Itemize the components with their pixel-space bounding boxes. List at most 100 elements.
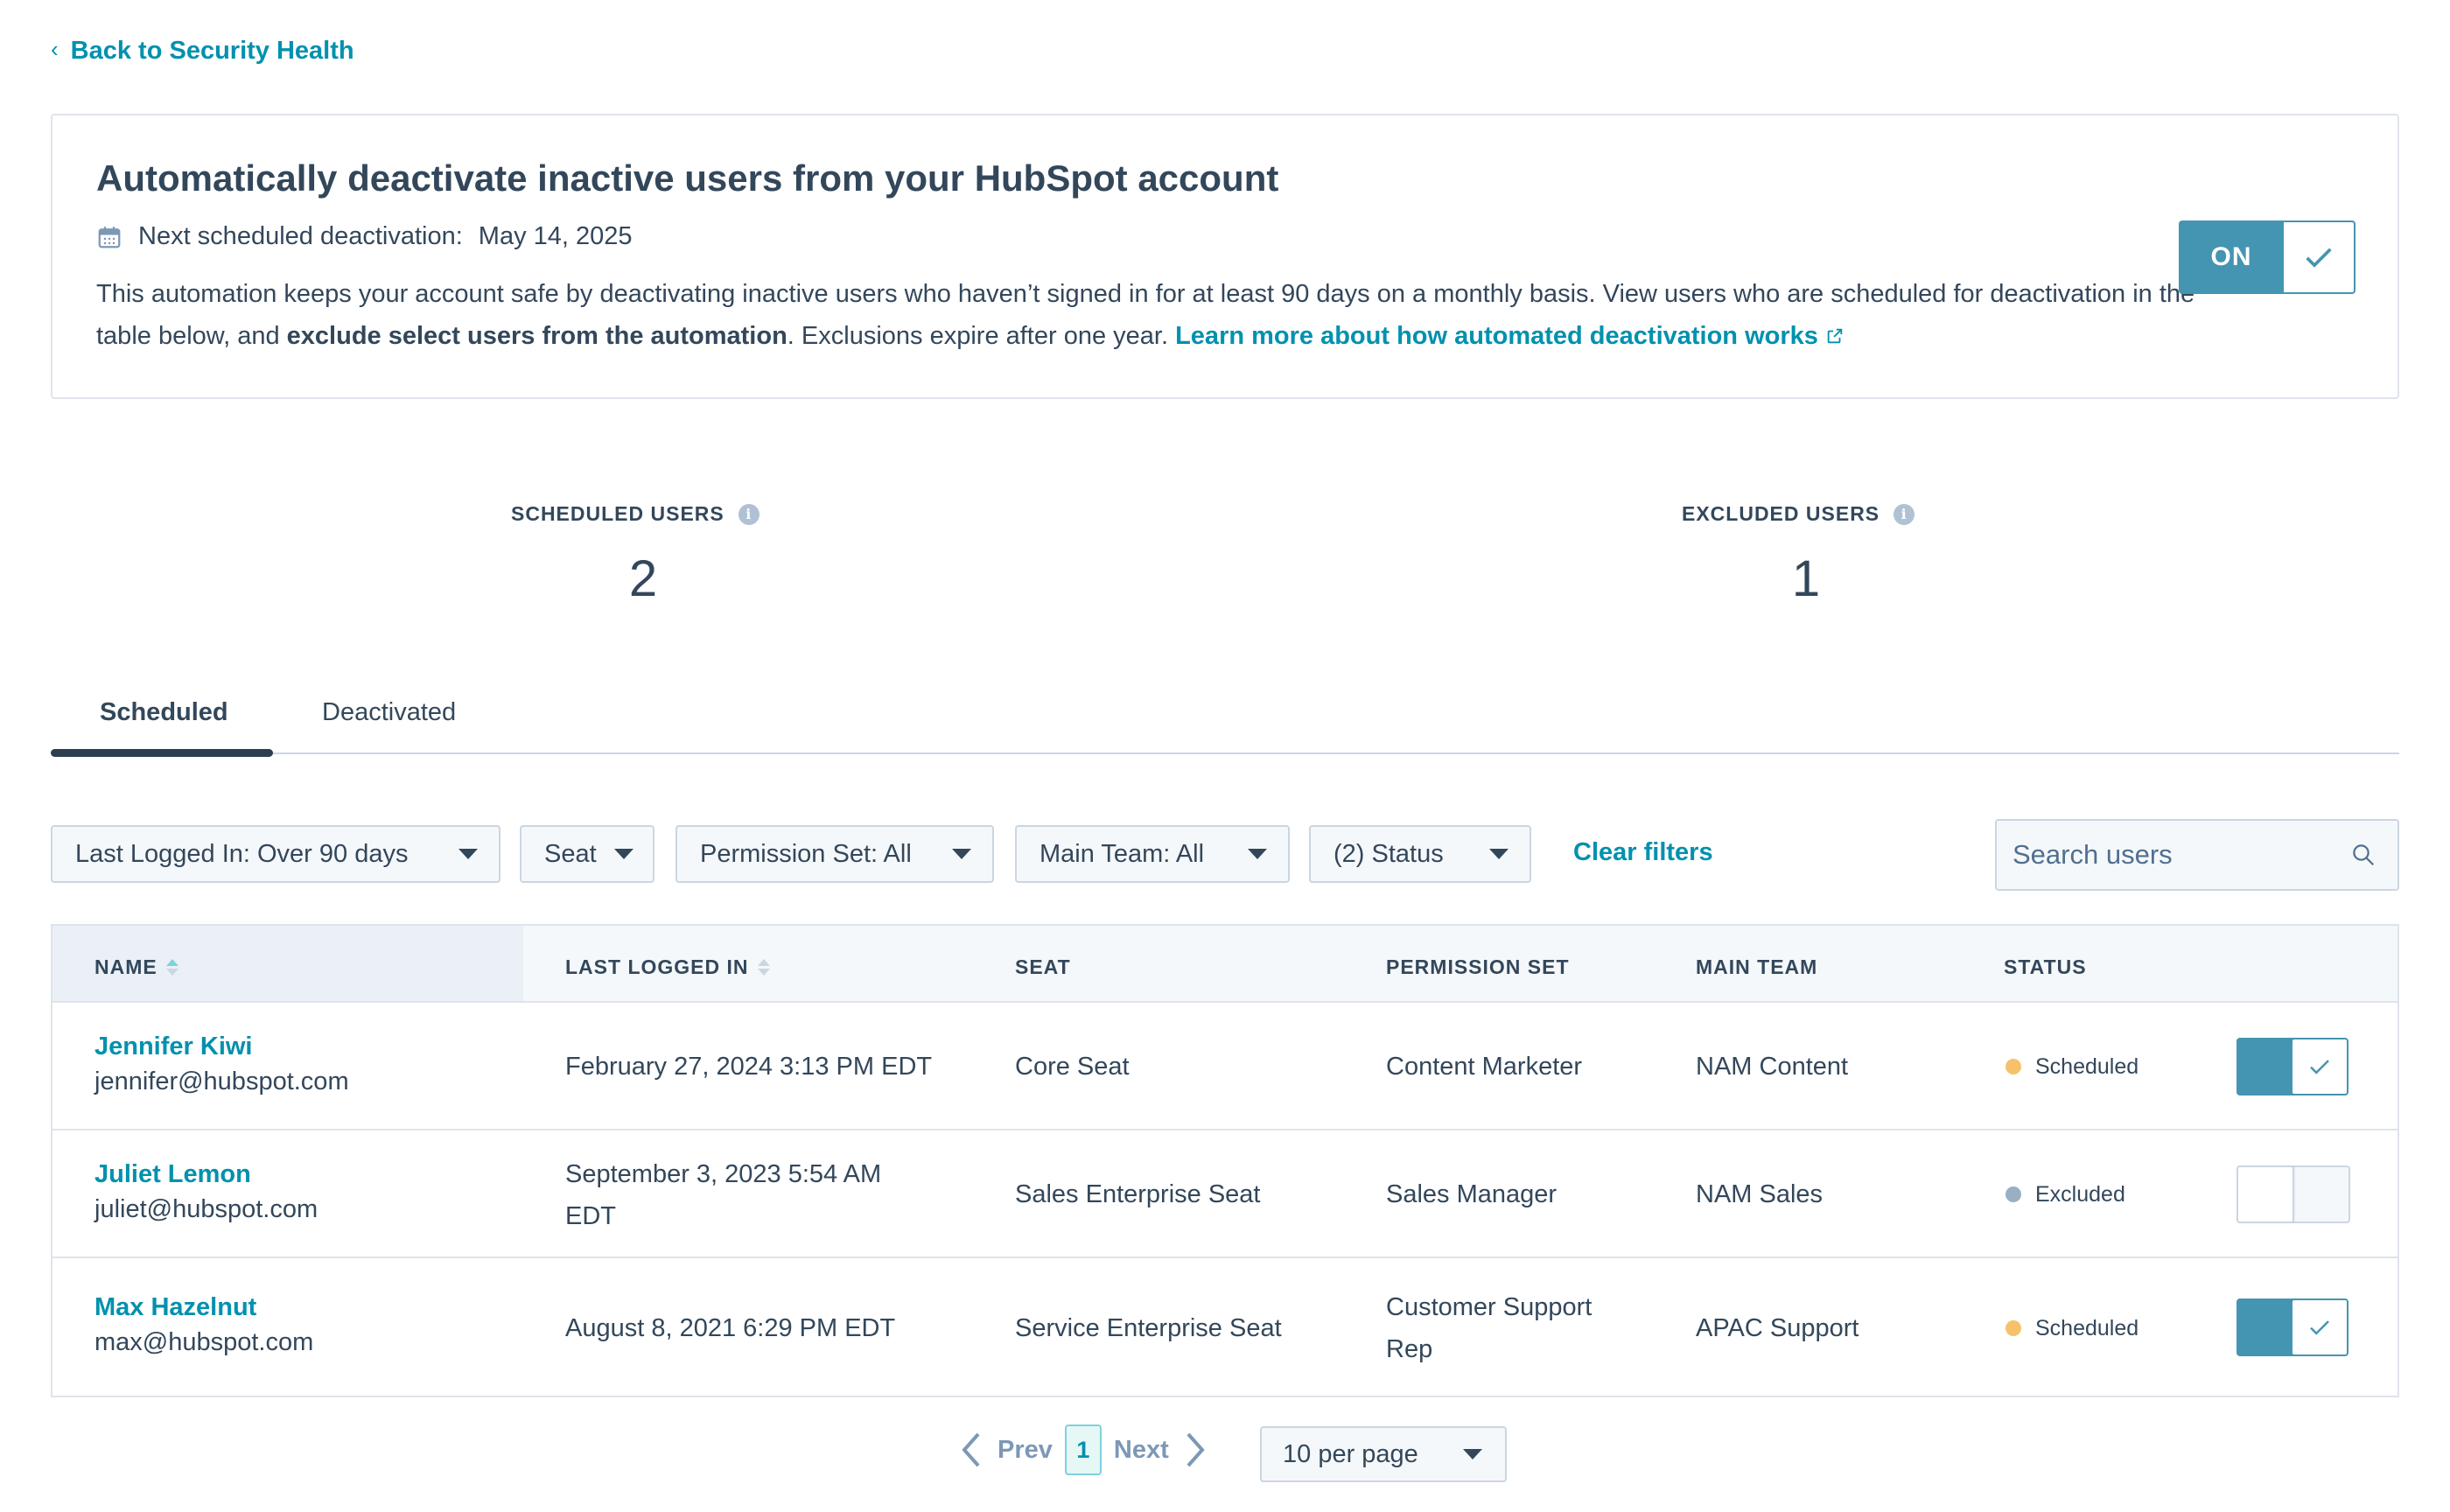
external-link-icon xyxy=(1827,328,1843,344)
name-header-label: NAME xyxy=(94,956,158,978)
info-icon[interactable]: i xyxy=(738,503,760,525)
status-filter-label: (2) Status xyxy=(1334,839,1444,868)
table-header: NAME LAST LOGGED IN SEAT PERMISSION SET … xyxy=(52,926,2398,1003)
permission-cell: Sales Manager xyxy=(1386,1180,1558,1208)
page-1-button[interactable]: 1 xyxy=(1064,1424,1102,1475)
status-cell: Scheduled xyxy=(2006,1046,2138,1088)
exclusion-toggle[interactable] xyxy=(2236,1166,2350,1223)
user-email: jennifer@hubspot.com xyxy=(94,1068,349,1096)
last-logged-filter[interactable]: Last Logged In: Over 90 days xyxy=(51,825,500,883)
exclusion-toggle[interactable] xyxy=(2236,1038,2350,1096)
active-tab-indicator xyxy=(51,749,273,757)
calendar-icon xyxy=(98,226,121,248)
next-deactivation-date: May 14, 2025 xyxy=(478,222,633,250)
status-dot xyxy=(2006,1320,2021,1336)
seat-filter[interactable]: Seat xyxy=(520,825,654,883)
permission-cell: Content Marketer xyxy=(1386,1053,1583,1081)
user-name-link[interactable]: Max Hazelnut xyxy=(94,1290,313,1325)
team-filter-label: Main Team: All xyxy=(1040,839,1205,868)
scheduled-users-value: 2 xyxy=(628,550,658,607)
automation-card: Automatically deactivate inactive users … xyxy=(51,114,2399,399)
team-cell: NAM Sales xyxy=(1696,1180,1824,1208)
excluded-users-label-row: EXCLUDED USERS i xyxy=(1682,502,1944,526)
user-name-link[interactable]: Juliet Lemon xyxy=(94,1157,318,1192)
table-row: Juliet Lemon juliet@hubspot.com Septembe… xyxy=(52,1130,2398,1258)
user-email: juliet@hubspot.com xyxy=(94,1195,318,1223)
clear-filters-link[interactable]: Clear filters xyxy=(1573,838,1713,867)
scheduled-users-stat: SCHEDULED USERS i xyxy=(511,502,774,526)
search-users-field[interactable] xyxy=(1995,819,2399,891)
column-header-last-logged[interactable]: LAST LOGGED IN xyxy=(565,956,770,979)
toggle-on-label: ON xyxy=(2179,220,2284,294)
checkmark-icon xyxy=(2310,1060,2329,1074)
info-icon[interactable]: i xyxy=(1894,503,1915,525)
chevron-left-icon: ‹ xyxy=(51,36,59,62)
learn-more-label: Learn more about how automated deactivat… xyxy=(1175,322,1818,350)
main-team-filter[interactable]: Main Team: All xyxy=(1015,825,1290,883)
back-to-security-health-link[interactable]: ‹ Back to Security Health xyxy=(51,36,354,66)
search-input[interactable] xyxy=(2012,839,2350,871)
seat-cell: Sales Enterprise Seat xyxy=(1015,1180,1261,1208)
column-header-status: STATUS xyxy=(2004,956,2087,978)
last-logged-cell: August 8, 2021 6:29 PM EDT xyxy=(565,1314,896,1342)
checkmark-icon xyxy=(2306,248,2332,268)
toggle-fill xyxy=(2236,1038,2294,1096)
permission-filter-label: Permission Set: All xyxy=(700,839,912,868)
users-table: NAME LAST LOGGED IN SEAT PERMISSION SET … xyxy=(51,924,2399,1397)
caret-down-icon xyxy=(1248,849,1267,859)
column-header-permission-set: PERMISSION SET xyxy=(1386,956,1570,978)
search-icon[interactable] xyxy=(2350,842,2376,868)
table-row: Jennifer Kiwi jennifer@hubspot.com Febru… xyxy=(52,1003,2398,1130)
user-cell: Max Hazelnut max@hubspot.com xyxy=(94,1290,313,1360)
status-label: Scheduled xyxy=(2035,1054,2139,1079)
seat-cell: Service Enterprise Seat xyxy=(1015,1314,1282,1342)
permission-cell: Customer Support Rep xyxy=(1386,1293,1592,1363)
excluded-users-value: 1 xyxy=(1791,550,1821,607)
automation-toggle[interactable]: ON xyxy=(2179,220,2356,294)
per-page-select[interactable]: 10 per page xyxy=(1260,1426,1507,1482)
status-cell: Excluded xyxy=(2006,1173,2125,1215)
caret-down-icon xyxy=(1463,1449,1482,1460)
last-logged-cell: September 3, 2023 5:54 AM EDT xyxy=(565,1160,882,1230)
table-row: Max Hazelnut max@hubspot.com August 8, 2… xyxy=(52,1258,2398,1399)
permission-set-filter[interactable]: Permission Set: All xyxy=(676,825,994,883)
last-logged-cell: February 27, 2024 3:13 PM EDT xyxy=(565,1053,933,1081)
status-dot xyxy=(2006,1059,2021,1074)
caret-down-icon xyxy=(1489,849,1508,859)
caret-down-icon xyxy=(952,849,971,859)
status-label: Scheduled xyxy=(2035,1316,2139,1340)
column-header-seat: SEAT xyxy=(1015,956,1071,978)
automation-title: Automatically deactivate inactive users … xyxy=(96,158,1279,199)
next-button[interactable]: Next xyxy=(1114,1436,1169,1465)
scheduled-users-label-row: SCHEDULED USERS i xyxy=(511,502,774,526)
user-email: max@hubspot.com xyxy=(94,1328,314,1356)
next-deactivation-line: Next scheduled deactivation: May 14, 202… xyxy=(96,222,633,251)
back-link-label: Back to Security Health xyxy=(70,37,354,65)
user-name-link[interactable]: Jennifer Kiwi xyxy=(94,1029,349,1064)
automation-description: This automation keeps your account safe … xyxy=(96,273,2231,357)
chevron-left-icon[interactable] xyxy=(957,1429,985,1471)
exclusion-toggle[interactable] xyxy=(2236,1298,2350,1356)
learn-more-link[interactable]: Learn more about how automated deactivat… xyxy=(1175,322,1844,350)
sort-ascending-icon xyxy=(165,959,178,976)
status-dot xyxy=(2006,1186,2021,1202)
prev-button[interactable]: Prev xyxy=(998,1436,1053,1465)
last-logged-filter-label: Last Logged In: Over 90 days xyxy=(75,839,409,868)
toggle-knob xyxy=(2291,1038,2348,1096)
team-cell: NAM Content xyxy=(1696,1053,1849,1081)
toggle-knob xyxy=(2282,220,2356,294)
toggle-knob xyxy=(2291,1298,2348,1356)
user-cell: Juliet Lemon juliet@hubspot.com xyxy=(94,1157,318,1227)
column-header-main-team: MAIN TEAM xyxy=(1696,956,1818,978)
tab-deactivated[interactable]: Deactivated xyxy=(322,698,456,727)
pagination: Prev 1 Next xyxy=(957,1424,1209,1475)
scheduled-users-label: SCHEDULED USERS xyxy=(511,502,724,525)
excluded-users-stat: EXCLUDED USERS i xyxy=(1682,502,1944,526)
chevron-right-icon[interactable] xyxy=(1181,1429,1209,1471)
toggle-knob xyxy=(2236,1166,2294,1223)
column-header-name[interactable]: NAME xyxy=(94,956,178,979)
description-bold: exclude select users from the automation xyxy=(286,322,788,350)
checkmark-icon xyxy=(2310,1320,2329,1335)
tab-scheduled[interactable]: Scheduled xyxy=(100,698,228,727)
status-filter[interactable]: (2) Status xyxy=(1309,825,1531,883)
